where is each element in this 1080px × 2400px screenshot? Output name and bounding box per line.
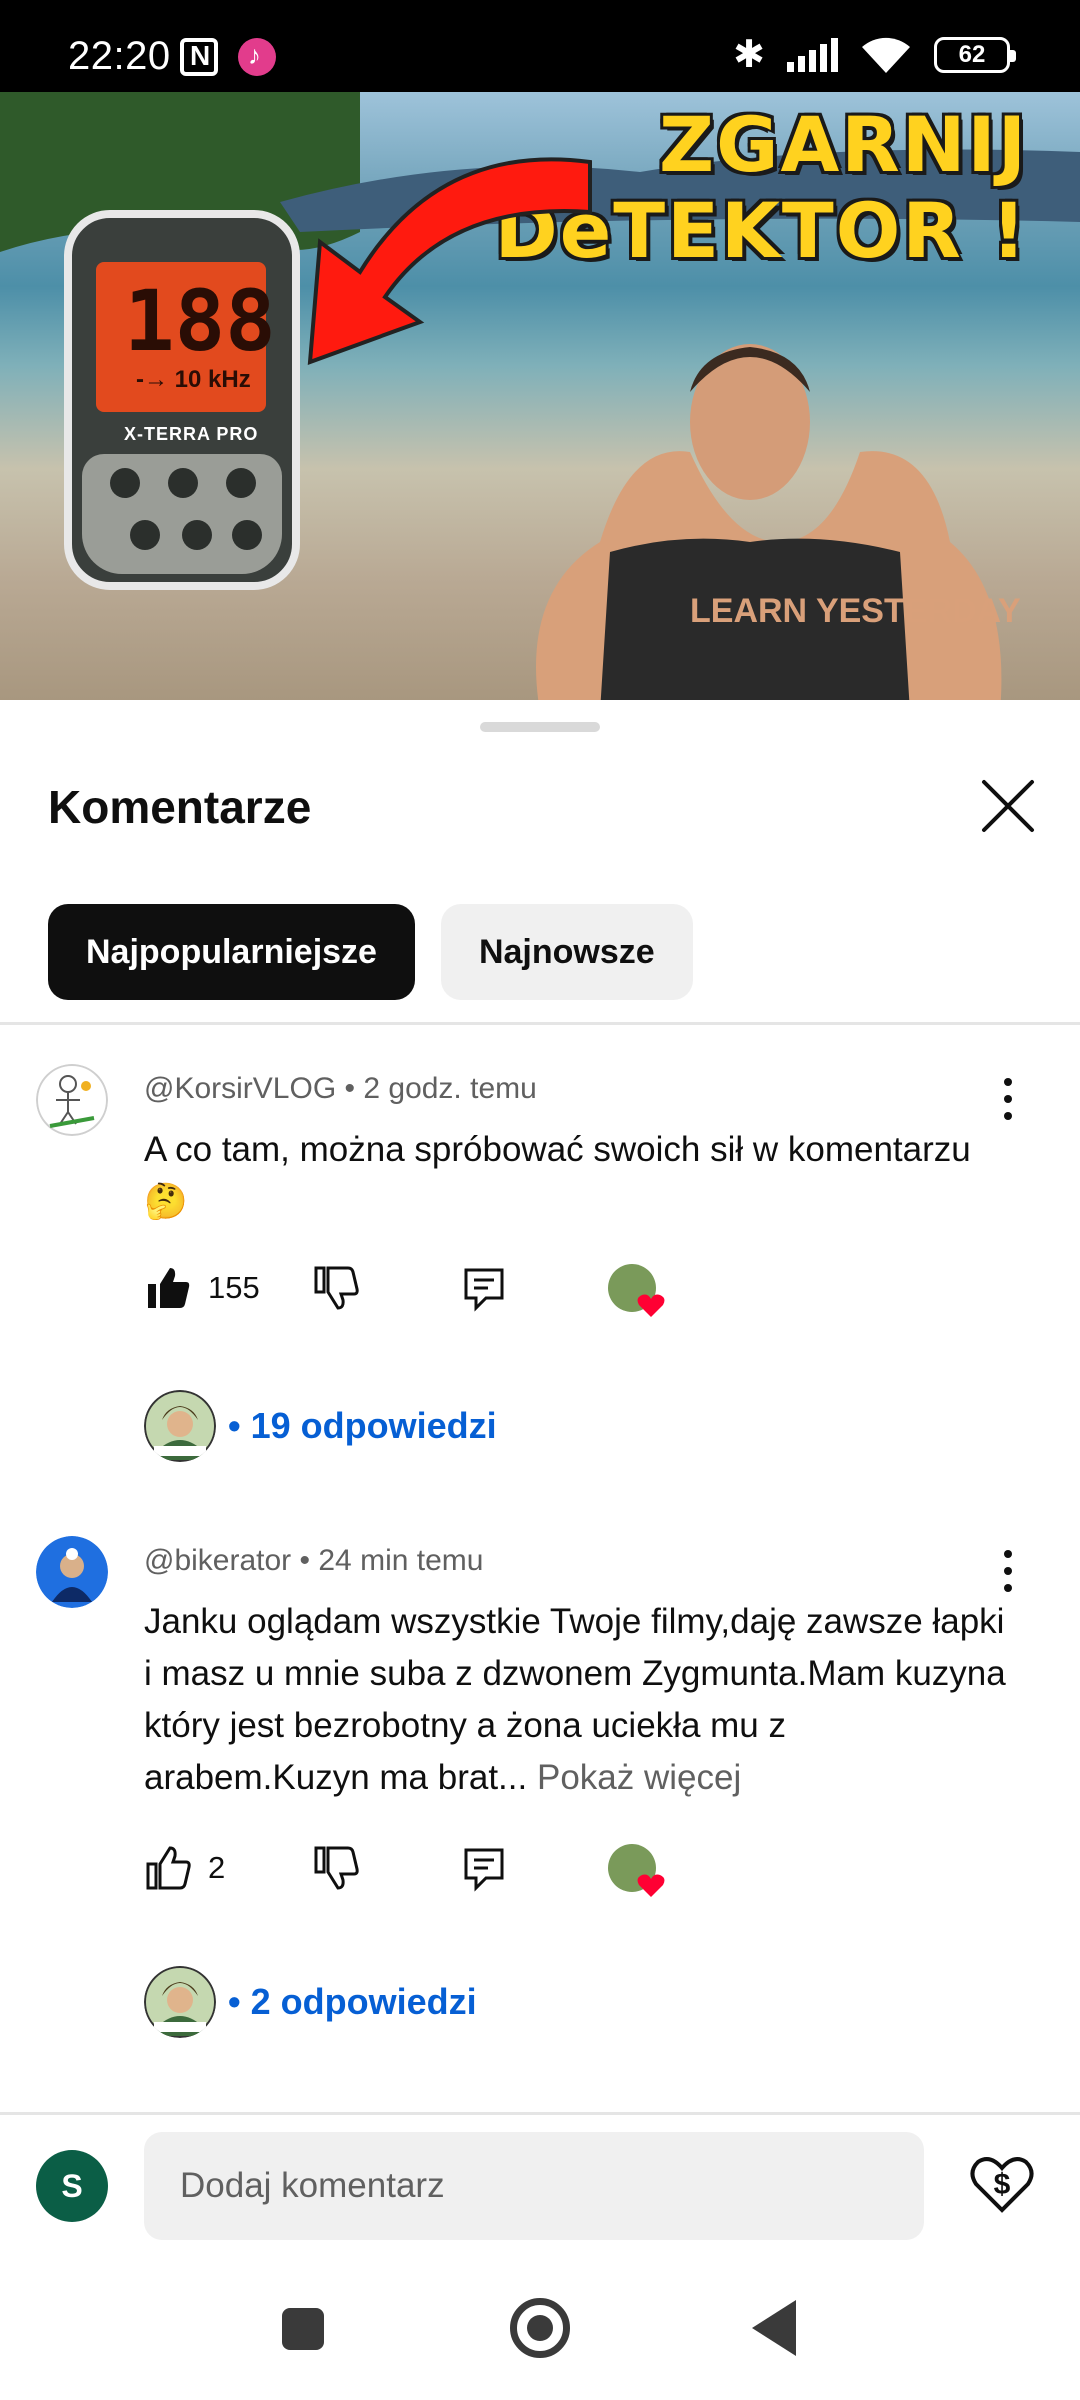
thumbs-down-icon	[314, 1266, 359, 1310]
reply-icon	[464, 1268, 504, 1312]
creator-heart-icon	[637, 1874, 665, 1897]
shirt-text: LEARN YESTERDAY LIVE	[690, 592, 1020, 630]
add-comment-input[interactable]	[144, 2132, 924, 2240]
wifi-icon	[860, 35, 912, 75]
thumbs-down-icon	[314, 1846, 359, 1890]
app-notification-icon	[238, 38, 276, 76]
metal-detector-image: 188 -→ 10 kHz X-TERRA PRO	[64, 210, 300, 590]
creator-avatar	[144, 1390, 216, 1462]
video-player[interactable]: ZGARNIJ DeTEKTOR ! 188 -→ 10 kHz X-TERRA…	[0, 92, 1080, 700]
more-options-icon[interactable]	[990, 1546, 1026, 1596]
avatar[interactable]	[36, 1064, 108, 1136]
comment-time: 24 min temu	[318, 1544, 484, 1577]
comment-actions: 155	[144, 1258, 844, 1318]
like-count: 2	[208, 1850, 226, 1885]
detector-sub: -→ 10 kHz	[136, 366, 251, 393]
recents-button[interactable]	[282, 2308, 324, 2350]
comment-meta: @bikerator • 24 min temu	[144, 1544, 483, 1578]
view-replies-button[interactable]: • 2 odpowiedzi	[144, 1966, 477, 2038]
battery-icon: 62	[934, 36, 1016, 73]
detector-screen: 188 -→ 10 kHz	[96, 262, 276, 412]
back-button[interactable]	[752, 2300, 796, 2356]
bluetooth-icon: ✱	[733, 34, 765, 76]
creator-avatar	[144, 1966, 216, 2038]
composer-divider	[0, 2112, 1080, 2115]
thumbs-up-icon	[146, 1846, 191, 1890]
status-time: 22:20	[68, 34, 171, 78]
reply-button[interactable]	[460, 1838, 508, 1898]
home-button[interactable]	[510, 2298, 570, 2358]
reply-button[interactable]	[460, 1258, 508, 1318]
comment-meta: @KorsirVLOG • 2 godz. temu	[144, 1072, 537, 1106]
reply-icon	[464, 1848, 504, 1892]
user-avatar[interactable]: S	[36, 2150, 108, 2222]
replies-count: • 19 odpowiedzi	[228, 1405, 497, 1446]
detector-brand: X-TERRA PRO	[124, 424, 259, 444]
detector-keypad	[82, 454, 282, 574]
show-more-link[interactable]: Pokaż więcej	[537, 1758, 741, 1797]
meta-separator: •	[299, 1544, 319, 1577]
replies-count: • 2 odpowiedzi	[228, 1981, 477, 2022]
sort-chips: Najpopularniejsze Najnowsze	[48, 904, 693, 1000]
status-bar: 22:20 ✱ 62	[0, 0, 1080, 92]
comment-text: A co tam, można spróbować swoich sił w k…	[144, 1130, 971, 1221]
avatar[interactable]	[36, 1536, 108, 1608]
sort-newest-chip[interactable]: Najnowsze	[440, 904, 693, 1000]
dislike-button[interactable]	[312, 1258, 360, 1318]
view-replies-button[interactable]: • 19 odpowiedzi	[144, 1390, 497, 1462]
more-options-icon[interactable]	[990, 1074, 1026, 1124]
like-button[interactable]: 155	[144, 1258, 260, 1318]
sheet-drag-handle[interactable]	[480, 722, 600, 732]
comments-sheet: Komentarze Najpopularniejsze Najnowsze @…	[0, 700, 1080, 2112]
comment-author[interactable]: @KorsirVLOG	[144, 1072, 336, 1105]
like-count: 155	[208, 1270, 260, 1305]
close-icon[interactable]	[980, 778, 1036, 834]
thumbnail-person: LEARN YESTERDAY LIVE	[536, 344, 1020, 700]
comment-actions: 2	[144, 1838, 844, 1898]
comment-time: 2 godz. temu	[363, 1072, 537, 1105]
battery-level: 62	[958, 40, 986, 68]
nfc-icon	[180, 38, 218, 76]
creator-heart-icon	[637, 1294, 665, 1317]
comments-title: Komentarze	[48, 781, 312, 833]
comment-author[interactable]: @bikerator	[144, 1544, 291, 1577]
detector-reading: 188	[124, 272, 276, 370]
dislike-button[interactable]	[312, 1838, 360, 1898]
system-nav-bar	[0, 2260, 1080, 2400]
thumbs-up-filled-icon	[148, 1268, 190, 1308]
signal-icon	[787, 37, 838, 72]
svg-text:$: $	[994, 2168, 1011, 2201]
meta-separator: •	[344, 1072, 364, 1105]
divider	[0, 1022, 1080, 1025]
super-thanks-icon[interactable]: $	[968, 2150, 1036, 2218]
like-button[interactable]: 2	[144, 1838, 225, 1898]
comment-text: Janku oglądam wszystkie Twoje filmy,daję…	[144, 1596, 1014, 1804]
sort-top-chip[interactable]: Najpopularniejsze	[48, 904, 415, 1000]
